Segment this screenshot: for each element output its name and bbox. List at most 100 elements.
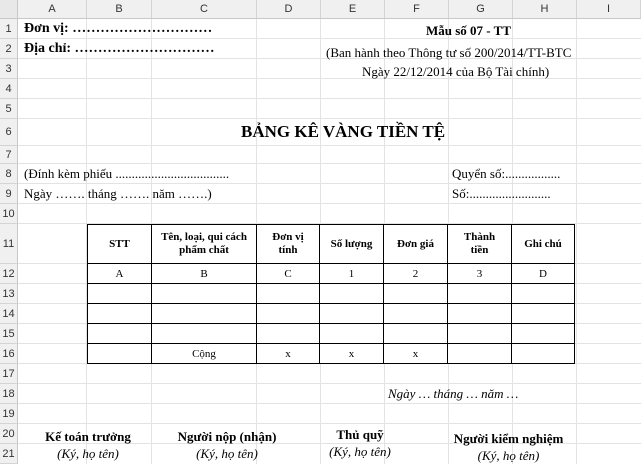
row-header-14[interactable]: 14 (0, 304, 18, 324)
table-cell: D (511, 263, 575, 284)
row-header-5[interactable]: 5 (0, 99, 18, 119)
header-stt: STT (87, 224, 152, 264)
column-header-h[interactable]: H (513, 0, 577, 18)
table-cell[interactable] (319, 323, 384, 344)
table-cell[interactable] (319, 303, 384, 324)
column-header-i[interactable]: I (577, 0, 641, 18)
table-cell[interactable] (151, 303, 257, 324)
row-header-6[interactable]: 6 (0, 119, 18, 146)
table-cell[interactable] (256, 323, 320, 344)
header-unit: Đơn vị tính (256, 224, 320, 264)
row-header-3[interactable]: 3 (0, 59, 18, 79)
table-row (87, 303, 575, 324)
column-header-d[interactable]: D (257, 0, 321, 18)
row-header-12[interactable]: 12 (0, 264, 18, 284)
gold-currency-table: STT Tên, loại, qui cách phẩm chất Đơn vị… (87, 224, 575, 364)
table-cell: C (256, 263, 320, 284)
header-notes: Ghi chú (511, 224, 575, 264)
voucher-date: Ngày ……. tháng ……. năm …….) (24, 186, 212, 201)
signature-note: (Ký, họ tên) (477, 448, 540, 463)
table-total-row: Cộng x x x (87, 343, 575, 364)
row-header-2[interactable]: 2 (0, 39, 18, 59)
row-header-20[interactable]: 20 (0, 424, 18, 444)
column-header-e[interactable]: E (321, 0, 385, 18)
table-cell[interactable] (447, 343, 512, 364)
header-name-spec: Tên, loại, qui cách phẩm chất (151, 224, 257, 264)
book-number: Quyển số:................. (452, 166, 561, 181)
signature-title-payer: Người nộp (nhận) (177, 429, 277, 444)
table-cell[interactable] (319, 283, 384, 304)
sign-date: Ngày … tháng … năm … (388, 386, 519, 401)
column-header-c[interactable]: C (152, 0, 257, 18)
row-header-17[interactable]: 17 (0, 364, 18, 384)
row-header-7[interactable]: 7 (0, 146, 18, 164)
row-header-9[interactable]: 9 (0, 184, 18, 204)
gridline (18, 183, 641, 184)
row-header-13[interactable]: 13 (0, 284, 18, 304)
table-cell[interactable] (447, 303, 512, 324)
signature-note: (Ký, họ tên) (196, 446, 258, 461)
address-label: Địa chỉ: ………………………… (24, 41, 215, 56)
table-cell[interactable] (447, 323, 512, 344)
table-cell[interactable] (87, 343, 152, 364)
table-cell[interactable] (87, 323, 152, 344)
gridline (18, 145, 641, 146)
table-cell[interactable] (511, 343, 575, 364)
column-header-b[interactable]: B (87, 0, 152, 18)
issued-line-2: Ngày 22/12/2014 của Bộ Tài chính) (362, 64, 550, 79)
row-header-16[interactable]: 16 (0, 344, 18, 364)
table-cell: B (151, 263, 257, 284)
table-cell[interactable] (87, 283, 152, 304)
gridline (18, 203, 641, 204)
row-header-11[interactable]: 11 (0, 224, 18, 264)
table-cell[interactable] (151, 283, 257, 304)
column-header-a[interactable]: A (18, 0, 87, 18)
gridline (18, 38, 641, 39)
table-cell: A (87, 263, 152, 284)
row-header-15[interactable]: 15 (0, 324, 18, 344)
row-header-8[interactable]: 8 (0, 164, 18, 184)
signature-title-cashier: Thủ quỹ (336, 427, 384, 442)
table-row (87, 323, 575, 344)
signature-title-chief-accountant: Kế toán trưởng (45, 429, 131, 444)
issued-line-1: (Ban hành theo Thông tư số 200/2014/TT-B… (326, 45, 572, 60)
table-cell[interactable] (447, 283, 512, 304)
table-cell: x (256, 343, 320, 364)
table-cell[interactable] (256, 303, 320, 324)
row-header-21[interactable]: 21 (0, 444, 18, 464)
document-number: Số:......................... (452, 186, 551, 201)
table-row (87, 283, 575, 304)
select-all-corner[interactable] (0, 0, 18, 18)
table-header-row: STT Tên, loại, qui cách phẩm chất Đơn vị… (87, 224, 575, 264)
table-cell: x (319, 343, 384, 364)
table-cell[interactable] (256, 283, 320, 304)
table-cell[interactable] (151, 323, 257, 344)
table-cell: x (383, 343, 448, 364)
table-cell[interactable] (87, 303, 152, 324)
header-unit-text: Đơn vị tính (272, 231, 304, 256)
attached-voucher: (Đính kèm phiếu ........................… (24, 166, 230, 181)
gridline (18, 118, 641, 119)
signature-note: (Ký, họ tên) (329, 444, 391, 459)
table-cell[interactable] (383, 283, 448, 304)
header-quantity: Số lượng (319, 224, 384, 264)
form-number: Mẫu số 07 - TT (426, 23, 511, 38)
column-header-bar: A B C D E F G H I (0, 0, 641, 19)
table-cell[interactable] (383, 303, 448, 324)
table-cell[interactable] (511, 323, 575, 344)
gridline (18, 98, 641, 99)
row-header-18[interactable]: 18 (0, 384, 18, 404)
signature-note: (Ký, họ tên) (57, 446, 119, 461)
column-header-g[interactable]: G (449, 0, 513, 18)
table-cell[interactable] (511, 303, 575, 324)
row-header-1[interactable]: 1 (0, 19, 18, 39)
gridline (18, 383, 641, 384)
row-header-10[interactable]: 10 (0, 204, 18, 224)
table-cell[interactable] (383, 323, 448, 344)
row-header-4[interactable]: 4 (0, 79, 18, 99)
header-amount: Thành tiền (447, 224, 512, 264)
table-cell[interactable] (511, 283, 575, 304)
row-header-19[interactable]: 19 (0, 404, 18, 424)
header-amount-text: Thành tiền (463, 231, 496, 256)
column-header-f[interactable]: F (385, 0, 449, 18)
